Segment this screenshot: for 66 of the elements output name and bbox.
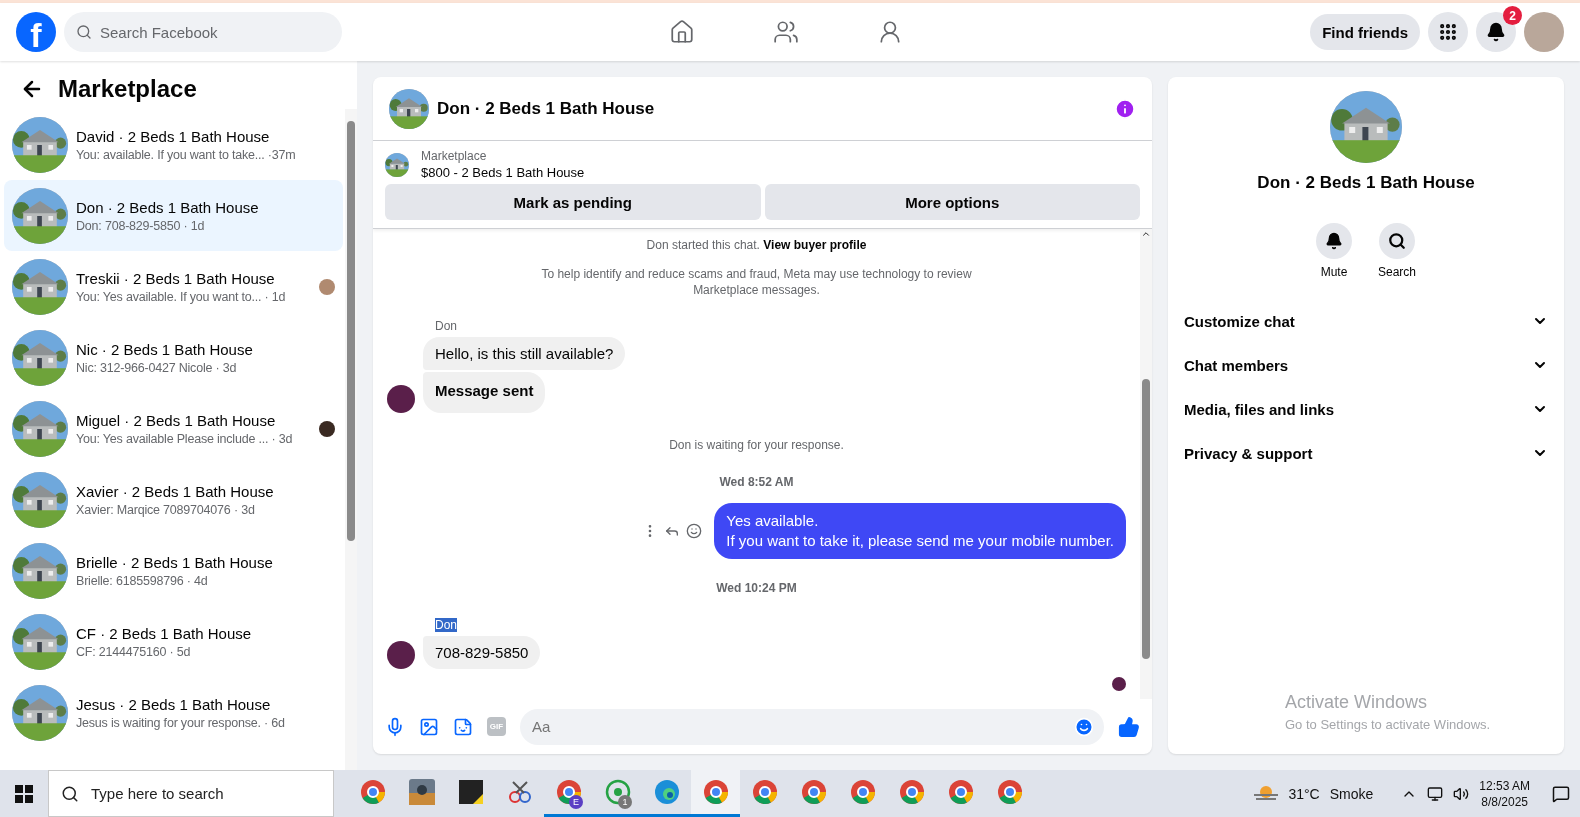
conversation-preview: CF: 2144475160 · 5d xyxy=(76,644,192,659)
conversation-preview: You: Yes available Please include ... · 3d xyxy=(76,431,294,446)
contact-title: Don · 2 Beds 1 Bath House xyxy=(1257,173,1475,193)
conversation-preview: Jesus is waiting for your response. · 6d xyxy=(76,715,286,730)
search-field[interactable]: Search Facebook xyxy=(64,12,342,52)
taskbar-search-field[interactable]: Type here to search xyxy=(48,770,334,817)
conversation-preview: Nic: 312-966-0427 Nicole · 3d xyxy=(76,360,238,375)
conversation-name: Xavier · 2 Beds 1 Bath House xyxy=(76,482,275,500)
listing-title: $800 - 2 Beds 1 Bath House xyxy=(421,165,585,180)
chat-started-text: Don started this chat. View buyer profile xyxy=(645,237,868,253)
conversation-name: David · 2 Beds 1 Bath House xyxy=(76,127,271,145)
conversation-name: Treskii · 2 Beds 1 Bath House xyxy=(76,269,276,287)
clock-time: 12:53 AM xyxy=(1479,777,1530,794)
notification-badge: 2 xyxy=(1503,6,1522,25)
conversation-item[interactable]: Miguel · 2 Beds 1 Bath House You: Yes available Please include ... · 3d xyxy=(4,393,343,464)
temperature: 31°C xyxy=(1288,785,1320,802)
conversation-preview: Xavier: Marqice 7089704076 · 3d xyxy=(76,502,256,517)
message-field[interactable]: Aa xyxy=(520,708,1104,745)
sender-name: Don xyxy=(435,618,457,632)
message-bubble: 708-829-5850 xyxy=(423,636,541,669)
logo[interactable]: f xyxy=(16,12,56,52)
conversation-item[interactable]: CF · 2 Beds 1 Bath House CF: 2144475160 · 5d xyxy=(4,606,343,677)
chat-title: Don · 2 Beds 1 Bath House xyxy=(437,98,656,119)
conversation-preview: Don: 708-829-5850 · 1d xyxy=(76,218,206,233)
taskbar-app[interactable]: E xyxy=(544,770,593,817)
conversation-item[interactable]: Xavier · 2 Beds 1 Bath House Xavier: Marqice 7089704076 · 3d xyxy=(4,464,343,535)
taskbar-app[interactable]: 1 xyxy=(593,770,642,817)
app-badge: 1 xyxy=(618,795,632,809)
message-bubble: Hello, is this still available? xyxy=(423,337,626,370)
conversation-item[interactable]: Treskii · 2 Beds 1 Bath House You: Yes available. If you want to... · 1d xyxy=(4,251,343,322)
conversation-item[interactable]: Don · 2 Beds 1 Bath House Don: 708-829-5850 · 1d xyxy=(4,180,343,251)
conversation-name: Jesus · 2 Beds 1 Bath House xyxy=(76,695,272,713)
clock-date: 8/8/2025 xyxy=(1480,793,1529,810)
section-header[interactable]: Media, files and links xyxy=(1176,387,1556,431)
section-header[interactable]: Customize chat xyxy=(1176,299,1556,343)
conversation-preview: Brielle: 6185598796 · 4d xyxy=(76,573,209,588)
conversation-name: Don · 2 Beds 1 Bath House xyxy=(76,198,260,216)
sender-name: Don xyxy=(435,319,457,333)
notice-text: To help identify and reduce scams and fraud, Meta may use technology to review Marketplace messages. xyxy=(540,266,973,298)
timestamp: Wed 10:24 PM xyxy=(715,581,798,595)
timestamp: Wed 8:52 AM xyxy=(718,475,795,489)
app-badge: E xyxy=(569,795,583,809)
conversation-name: Brielle · 2 Beds 1 Bath House xyxy=(76,553,274,571)
conversation-item[interactable]: David · 2 Beds 1 Bath House You: available. If you want to take... ·37m xyxy=(4,109,343,180)
message-bubble: Message sent xyxy=(423,372,546,413)
message-bubble: Yes available. If you want to take it, please send me your mobile number. xyxy=(714,503,1126,559)
watermark-title: Activate Windows xyxy=(1285,692,1429,713)
listing-action-button[interactable]: Mark as pending xyxy=(385,184,761,220)
conversation-item[interactable]: Nic · 2 Beds 1 Bath House Nic: 312-966-0427 Nicole · 3d xyxy=(4,322,343,393)
conversation-name: Nic · 2 Beds 1 Bath House xyxy=(76,340,254,358)
watermark-text: Go to Settings to activate Windows. xyxy=(1285,717,1492,732)
notice-text: Don is waiting for your response. xyxy=(668,437,845,453)
conversation-item[interactable]: Brielle · 2 Beds 1 Bath House Brielle: 6185598796 · 4d xyxy=(4,535,343,606)
section-header[interactable]: Chat members xyxy=(1176,343,1556,387)
listing-label: Marketplace xyxy=(421,149,488,163)
conversation-preview: You: Yes available. If you want to... · 1d xyxy=(76,289,287,304)
conversation-name: CF · 2 Beds 1 Bath House xyxy=(76,624,253,642)
listing-action-button[interactable]: More options xyxy=(764,184,1140,220)
page-title: Marketplace xyxy=(58,75,197,103)
conversation-item[interactable]: Jesus · 2 Beds 1 Bath House Jesus is waiting for your response. · 6d xyxy=(4,677,343,748)
view-buyer-profile-link[interactable]: View buyer profile xyxy=(763,238,867,252)
weather-text: Smoke xyxy=(1329,785,1374,802)
conversation-name: Miguel · 2 Beds 1 Bath House xyxy=(76,411,277,429)
find-friends-button[interactable]: Find friends xyxy=(1310,14,1420,50)
section-header[interactable]: Privacy & support xyxy=(1176,431,1556,475)
conversation-preview: You: available. If you want to take... ·37m xyxy=(76,147,297,162)
